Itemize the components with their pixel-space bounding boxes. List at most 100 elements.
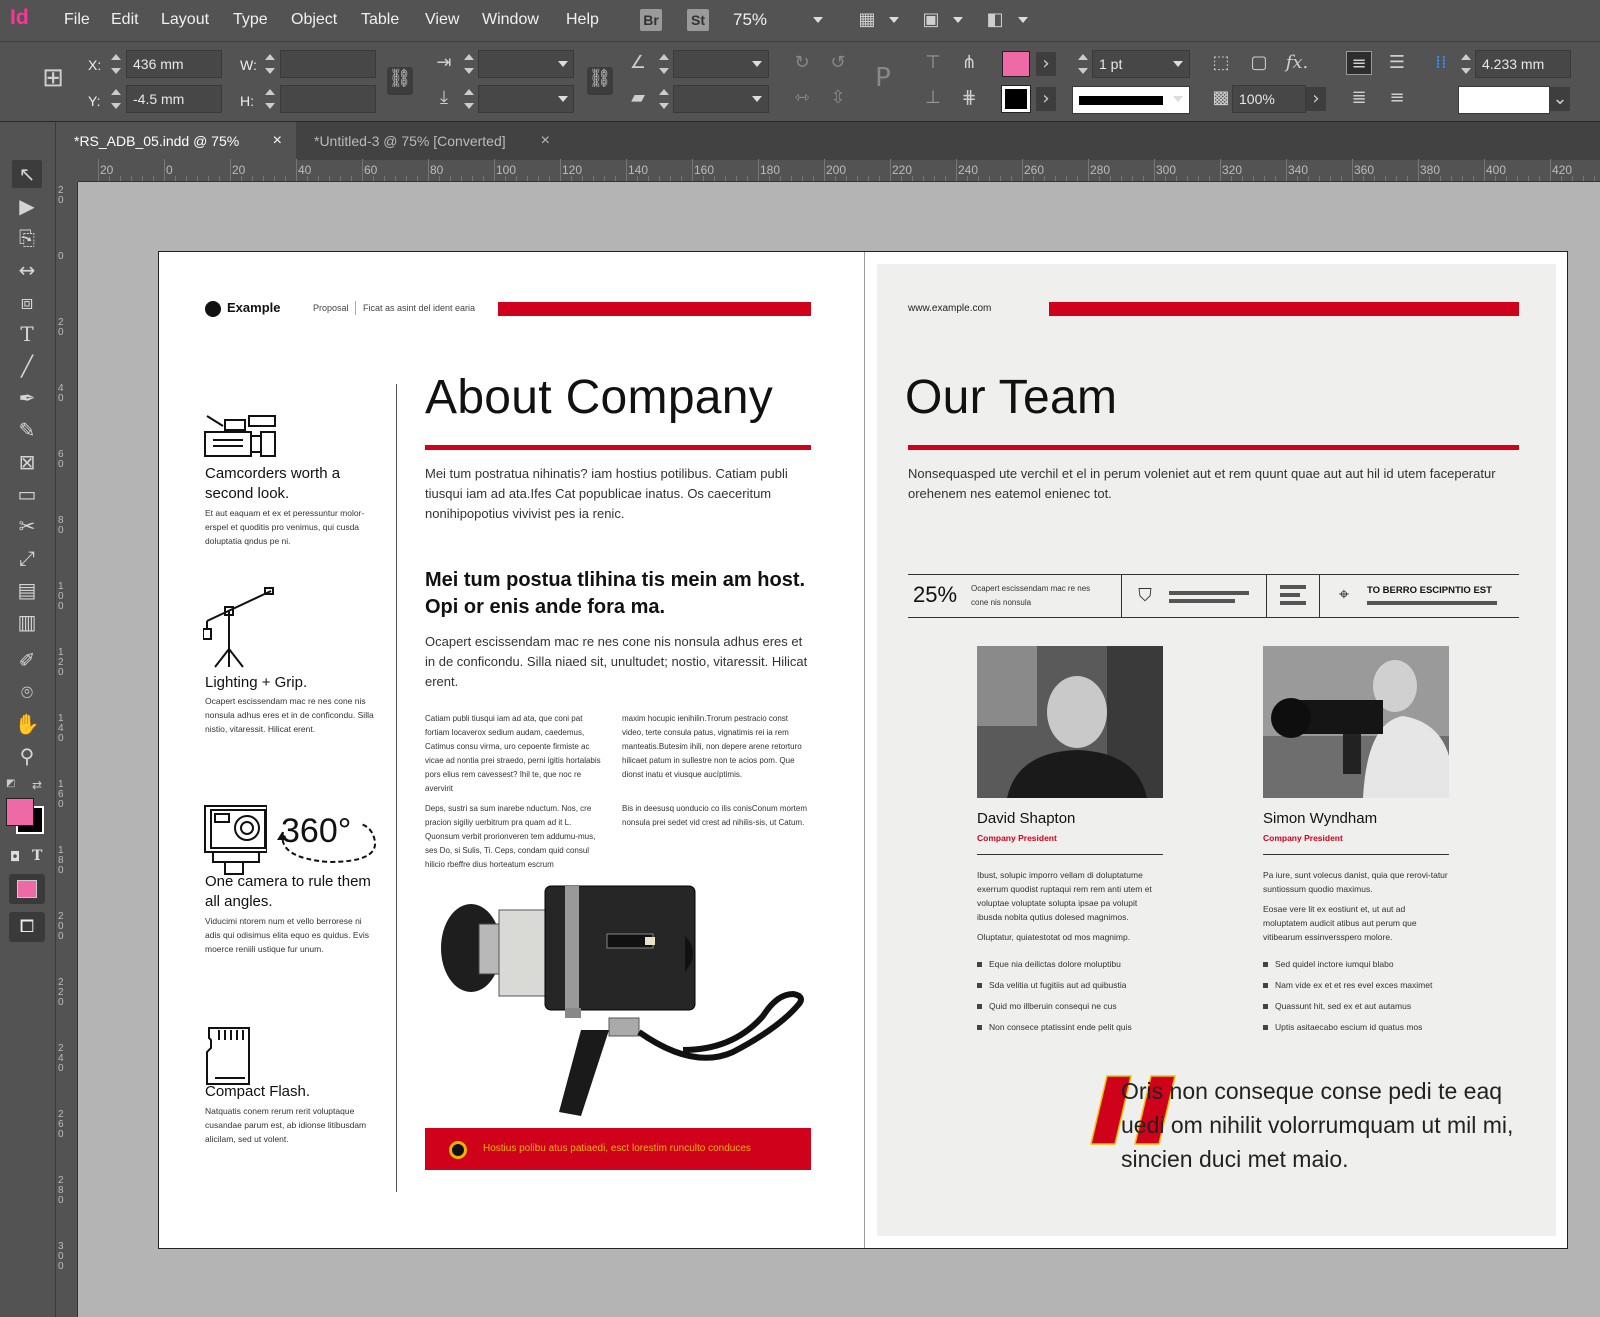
formatting-text-icon[interactable]: T bbox=[32, 848, 42, 864]
right-page[interactable]: www.example.com Our Team Nonsequasped ut… bbox=[864, 252, 1567, 1248]
stroke-weight-stepper-icon[interactable] bbox=[1078, 53, 1088, 75]
rotate-cw-icon[interactable]: ↻ bbox=[789, 51, 815, 75]
gradient-swatch-tool-icon[interactable]: ▤ bbox=[12, 576, 42, 604]
view-options-icon[interactable]: ▦ bbox=[854, 8, 880, 32]
scale-y-icon[interactable]: ⤓ bbox=[431, 86, 457, 110]
arrange-documents-icon[interactable]: ◧ bbox=[982, 8, 1008, 32]
free-transform-tool-icon[interactable]: ⤢ bbox=[12, 544, 42, 572]
select-content-icon[interactable]: ⊥ bbox=[920, 86, 946, 110]
direct-selection-tool-icon[interactable]: ▶ bbox=[12, 192, 42, 220]
type-tool-icon[interactable]: T bbox=[12, 320, 42, 348]
pencil-tool-icon[interactable]: ✎ bbox=[12, 416, 42, 444]
rectangle-frame-tool-icon[interactable]: ⊠ bbox=[12, 448, 42, 476]
rectangle-tool-icon[interactable]: ▭ bbox=[12, 480, 42, 508]
h-field[interactable] bbox=[280, 85, 376, 113]
page-tool-icon[interactable]: ⎘ bbox=[12, 224, 42, 252]
menu-type[interactable]: Type bbox=[233, 11, 268, 29]
swap-colors-icon[interactable]: ⇄ bbox=[32, 778, 42, 792]
constrain-proportions-icon[interactable]: ⛓ bbox=[387, 67, 413, 95]
pen-tool-icon[interactable]: ✒ bbox=[12, 384, 42, 412]
fill-swatch[interactable] bbox=[1002, 51, 1030, 77]
screen-mode-icon[interactable]: ▣ bbox=[918, 8, 944, 32]
opacity-field[interactable]: 100% bbox=[1232, 85, 1306, 113]
menu-file[interactable]: File bbox=[64, 11, 90, 29]
close-icon[interactable]: × bbox=[541, 122, 550, 160]
menu-table[interactable]: Table bbox=[361, 11, 399, 29]
document-spread[interactable]: Example Proposal Ficat as asint del iden… bbox=[158, 251, 1568, 1249]
scale-x-icon[interactable]: ⇥ bbox=[431, 51, 457, 75]
gradient-feather-tool-icon[interactable]: ▥ bbox=[12, 608, 42, 636]
stroke-swatch[interactable] bbox=[1001, 85, 1031, 113]
content-collector-icon[interactable]: ⧈ bbox=[12, 288, 42, 316]
zoom-dropdown-icon[interactable] bbox=[813, 17, 823, 23]
fill-chevron-icon[interactable]: › bbox=[1036, 52, 1056, 76]
shear-stepper-icon[interactable] bbox=[659, 88, 669, 110]
gap-tool-icon[interactable]: ↔ bbox=[12, 256, 42, 284]
rotate-ccw-icon[interactable]: ↺ bbox=[825, 51, 851, 75]
scissors-tool-icon[interactable]: ✂ bbox=[12, 512, 42, 540]
menu-layout[interactable]: Layout bbox=[161, 11, 209, 29]
frame-fitting-icon[interactable]: ⬚ bbox=[1208, 51, 1234, 75]
menu-window[interactable]: Window bbox=[482, 11, 539, 29]
flip-horizontal-icon[interactable]: ⇿ bbox=[789, 86, 815, 110]
align-center-icon[interactable]: ☰ bbox=[1384, 51, 1410, 75]
scale-x-stepper-icon[interactable] bbox=[464, 53, 474, 75]
horizontal-ruler[interactable]: 20 0 20 40 60 80 100 120 140 160 180 200 220 240 260 28… bbox=[78, 159, 1600, 182]
w-field[interactable] bbox=[280, 50, 376, 78]
h-stepper-icon[interactable] bbox=[265, 88, 275, 110]
vertical-ruler[interactable]: 20 0 20 40 60 80 100 120 140 160 180 200 220 240 260 28… bbox=[56, 182, 78, 1317]
shear-chevron-icon[interactable] bbox=[752, 96, 762, 102]
gutter-field[interactable]: 4.233 mm bbox=[1475, 50, 1571, 78]
align-top-icon[interactable]: ≡ bbox=[1346, 51, 1372, 75]
close-icon[interactable]: × bbox=[273, 122, 282, 160]
apply-color-button[interactable] bbox=[9, 874, 45, 904]
note-tool-icon[interactable]: ✐ bbox=[12, 646, 42, 674]
stroke-chevron-icon[interactable]: › bbox=[1036, 87, 1056, 111]
shear-angle-icon[interactable]: ▰ bbox=[625, 86, 651, 110]
gutter-stepper-icon[interactable] bbox=[1461, 53, 1471, 75]
select-container-icon[interactable]: ⊤ bbox=[920, 51, 946, 75]
line-tool-icon[interactable]: ╱ bbox=[12, 352, 42, 380]
bridge-button[interactable]: Br bbox=[640, 9, 662, 31]
rotate-angle-icon[interactable]: ∠ bbox=[625, 51, 651, 75]
tab-untitled-3[interactable]: *Untitled-3 @ 75% [Converted] × bbox=[296, 122, 564, 160]
ruler-origin[interactable] bbox=[56, 160, 78, 182]
left-page[interactable]: Example Proposal Ficat as asint del iden… bbox=[159, 252, 864, 1248]
tab-rs-adb-05[interactable]: *RS_ADB_05.indd @ 75% × bbox=[56, 122, 296, 160]
y-stepper-icon[interactable] bbox=[111, 88, 121, 110]
menu-view[interactable]: View bbox=[425, 11, 459, 29]
eyedropper-tool-icon[interactable]: ⌾ bbox=[12, 678, 42, 706]
menu-object[interactable]: Object bbox=[291, 11, 337, 29]
constrain-scale-icon[interactable]: ⛓ bbox=[587, 67, 613, 95]
stock-button[interactable]: St bbox=[687, 9, 709, 31]
reference-point-icon[interactable]: ⊞ bbox=[36, 65, 70, 100]
arrange-chevron-icon[interactable] bbox=[1018, 17, 1028, 23]
zoom-level[interactable]: 75% bbox=[733, 10, 767, 30]
stroke-weight-chevron-icon[interactable] bbox=[1173, 61, 1183, 67]
x-field[interactable]: 436 mm bbox=[126, 50, 222, 78]
rotate-chevron-icon[interactable] bbox=[752, 61, 762, 67]
align-bottom-icon[interactable]: ≣ bbox=[1346, 86, 1372, 110]
y-field[interactable]: -4.5 mm bbox=[126, 85, 222, 113]
screen-mode-chevron-icon[interactable] bbox=[953, 17, 963, 23]
view-options-chevron-icon[interactable] bbox=[889, 17, 899, 23]
rotate-stepper-icon[interactable] bbox=[659, 53, 669, 75]
scale-x-chevron-icon[interactable] bbox=[558, 61, 568, 67]
fill-color-swatch[interactable] bbox=[6, 798, 34, 826]
selection-tool-icon[interactable]: ↖ bbox=[12, 160, 42, 188]
stroke-type-chevron-icon[interactable] bbox=[1173, 96, 1183, 102]
app-logo[interactable]: Id bbox=[10, 6, 36, 34]
flip-vertical-icon[interactable]: ⇳ bbox=[825, 86, 851, 110]
zoom-tool-icon[interactable]: ⚲ bbox=[12, 742, 42, 770]
menu-edit[interactable]: Edit bbox=[111, 11, 139, 29]
column-rule-chevron-icon[interactable]: ⌄ bbox=[1550, 87, 1570, 111]
select-previous-icon[interactable]: ⋔ bbox=[956, 51, 982, 75]
w-stepper-icon[interactable] bbox=[265, 53, 275, 75]
menu-help[interactable]: Help bbox=[566, 11, 599, 29]
x-stepper-icon[interactable] bbox=[111, 53, 121, 75]
select-next-icon[interactable]: ⋕ bbox=[956, 86, 982, 110]
scale-y-stepper-icon[interactable] bbox=[464, 88, 474, 110]
justify-vertical-icon[interactable]: ≡ bbox=[1384, 86, 1410, 110]
opacity-chevron-icon[interactable]: › bbox=[1306, 87, 1326, 111]
hand-tool-icon[interactable]: ✋ bbox=[12, 710, 42, 738]
